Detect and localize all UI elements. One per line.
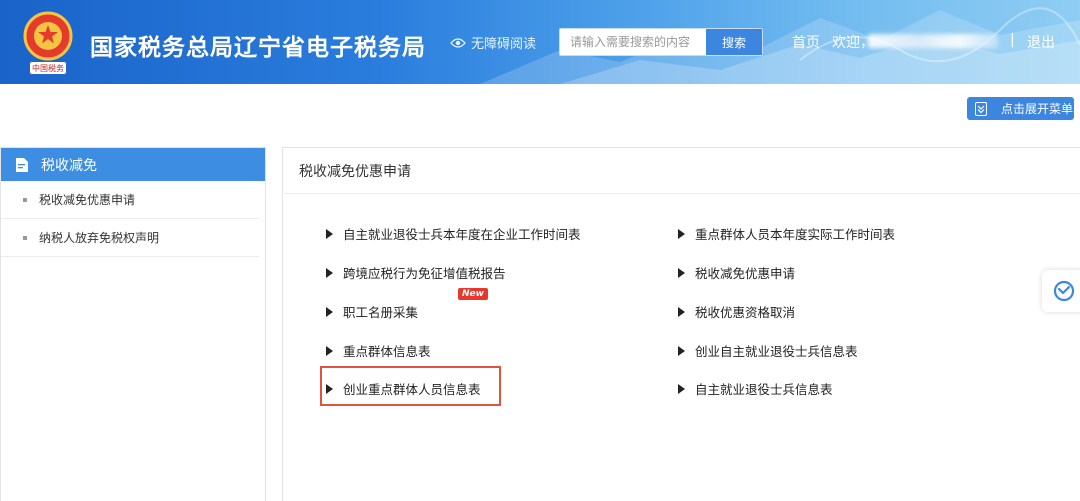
link-cross-border-vat-report[interactable]: 跨境应税行为免征增值税报告 [326, 263, 506, 282]
sidebar: 税收减免 税收减免优惠申请 纳税人放弃免税权声明 [0, 147, 266, 501]
link-label: 重点群体人员本年度实际工作时间表 [695, 227, 896, 242]
accessibility-label: 无障碍阅读 [471, 37, 537, 52]
accessibility-link[interactable]: 无障碍阅读 [450, 33, 536, 52]
link-label: 跨境应税行为免征增值税报告 [343, 266, 506, 281]
eye-icon [450, 37, 466, 48]
floating-assistant-button[interactable] [1042, 270, 1080, 312]
triangle-right-icon [678, 267, 685, 278]
link-preferential-qualification-cancel[interactable]: 税收优惠资格取消 [678, 302, 795, 321]
search-input[interactable] [560, 29, 706, 55]
document-icon [16, 157, 28, 172]
triangle-right-icon [326, 267, 333, 278]
expand-menu-label: 点击展开菜单 [1001, 102, 1074, 116]
link-label: 税收减免优惠申请 [695, 266, 796, 281]
panel-title: 税收减免优惠申请 [283, 148, 1080, 194]
link-startup-veteran-info-table[interactable]: 创业自主就业退役士兵信息表 [678, 341, 858, 360]
triangle-right-icon [678, 383, 685, 394]
triangle-right-icon [326, 306, 333, 317]
site-header: 中国税务 国家税务总局辽宁省电子税务局 无障碍阅读 搜索 首页 欢迎， | 退出 [0, 0, 1080, 84]
bullet-icon [23, 197, 27, 202]
main-panel: 税收减免优惠申请 自主就业退役士兵本年度在企业工作时间表 重点群体人员本年度实际… [282, 147, 1080, 501]
sidebar-item-tax-relief-application[interactable]: 税收减免优惠申请 [1, 181, 259, 219]
triangle-right-icon [326, 345, 333, 356]
triangle-right-icon [678, 306, 685, 317]
refresh-service-icon [1053, 280, 1075, 302]
nav-separator: | [1010, 32, 1015, 48]
sidebar-item-label: 纳税人放弃免税权声明 [39, 231, 160, 245]
link-startup-key-group-info-table[interactable]: 创业重点群体人员信息表 [326, 379, 481, 398]
link-label: 税收优惠资格取消 [695, 305, 796, 320]
nav-home-link[interactable]: 首页 [792, 32, 820, 52]
link-label: 创业自主就业退役士兵信息表 [695, 344, 858, 359]
link-label: 重点群体信息表 [343, 344, 431, 359]
bullet-icon [23, 235, 27, 240]
svg-text:中国税务: 中国税务 [32, 63, 64, 73]
expand-chevron-icon [975, 101, 987, 116]
link-tax-relief-application[interactable]: 税收减免优惠申请 [678, 263, 795, 282]
sidebar-item-waive-exemption-declaration[interactable]: 纳税人放弃免税权声明 [1, 219, 259, 257]
triangle-right-icon [326, 383, 333, 394]
sidebar-item-label: 税收减免优惠申请 [39, 193, 136, 207]
expand-menu-button[interactable]: 点击展开菜单 [967, 97, 1074, 120]
tax-bureau-emblem-icon: 中国税务 [23, 11, 73, 74]
sidebar-header[interactable]: 税收减免 [1, 148, 265, 181]
new-badge: New [458, 288, 488, 300]
link-label: 职工名册采集 [343, 305, 419, 320]
blurred-username [868, 34, 998, 48]
search-button[interactable]: 搜索 [706, 29, 762, 55]
link-key-group-worktime-table[interactable]: 重点群体人员本年度实际工作时间表 [678, 224, 895, 243]
sidebar-title: 税收减免 [41, 157, 97, 174]
link-key-group-info-table[interactable]: 重点群体信息表 [326, 341, 431, 360]
triangle-right-icon [678, 345, 685, 356]
search-box: 搜索 [559, 28, 763, 56]
link-veteran-worktime-table[interactable]: 自主就业退役士兵本年度在企业工作时间表 [326, 224, 581, 243]
link-label: 自主就业退役士兵本年度在企业工作时间表 [343, 227, 581, 242]
link-employee-roster-collection[interactable]: 职工名册采集 New [326, 288, 488, 321]
site-title: 国家税务总局辽宁省电子税务局 [90, 35, 426, 61]
link-veteran-info-table[interactable]: 自主就业退役士兵信息表 [678, 379, 833, 398]
triangle-right-icon [678, 228, 685, 239]
link-label: 创业重点群体人员信息表 [343, 382, 481, 397]
logout-link[interactable]: 退出 [1027, 32, 1055, 52]
link-label: 自主就业退役士兵信息表 [695, 382, 833, 397]
triangle-right-icon [326, 228, 333, 239]
